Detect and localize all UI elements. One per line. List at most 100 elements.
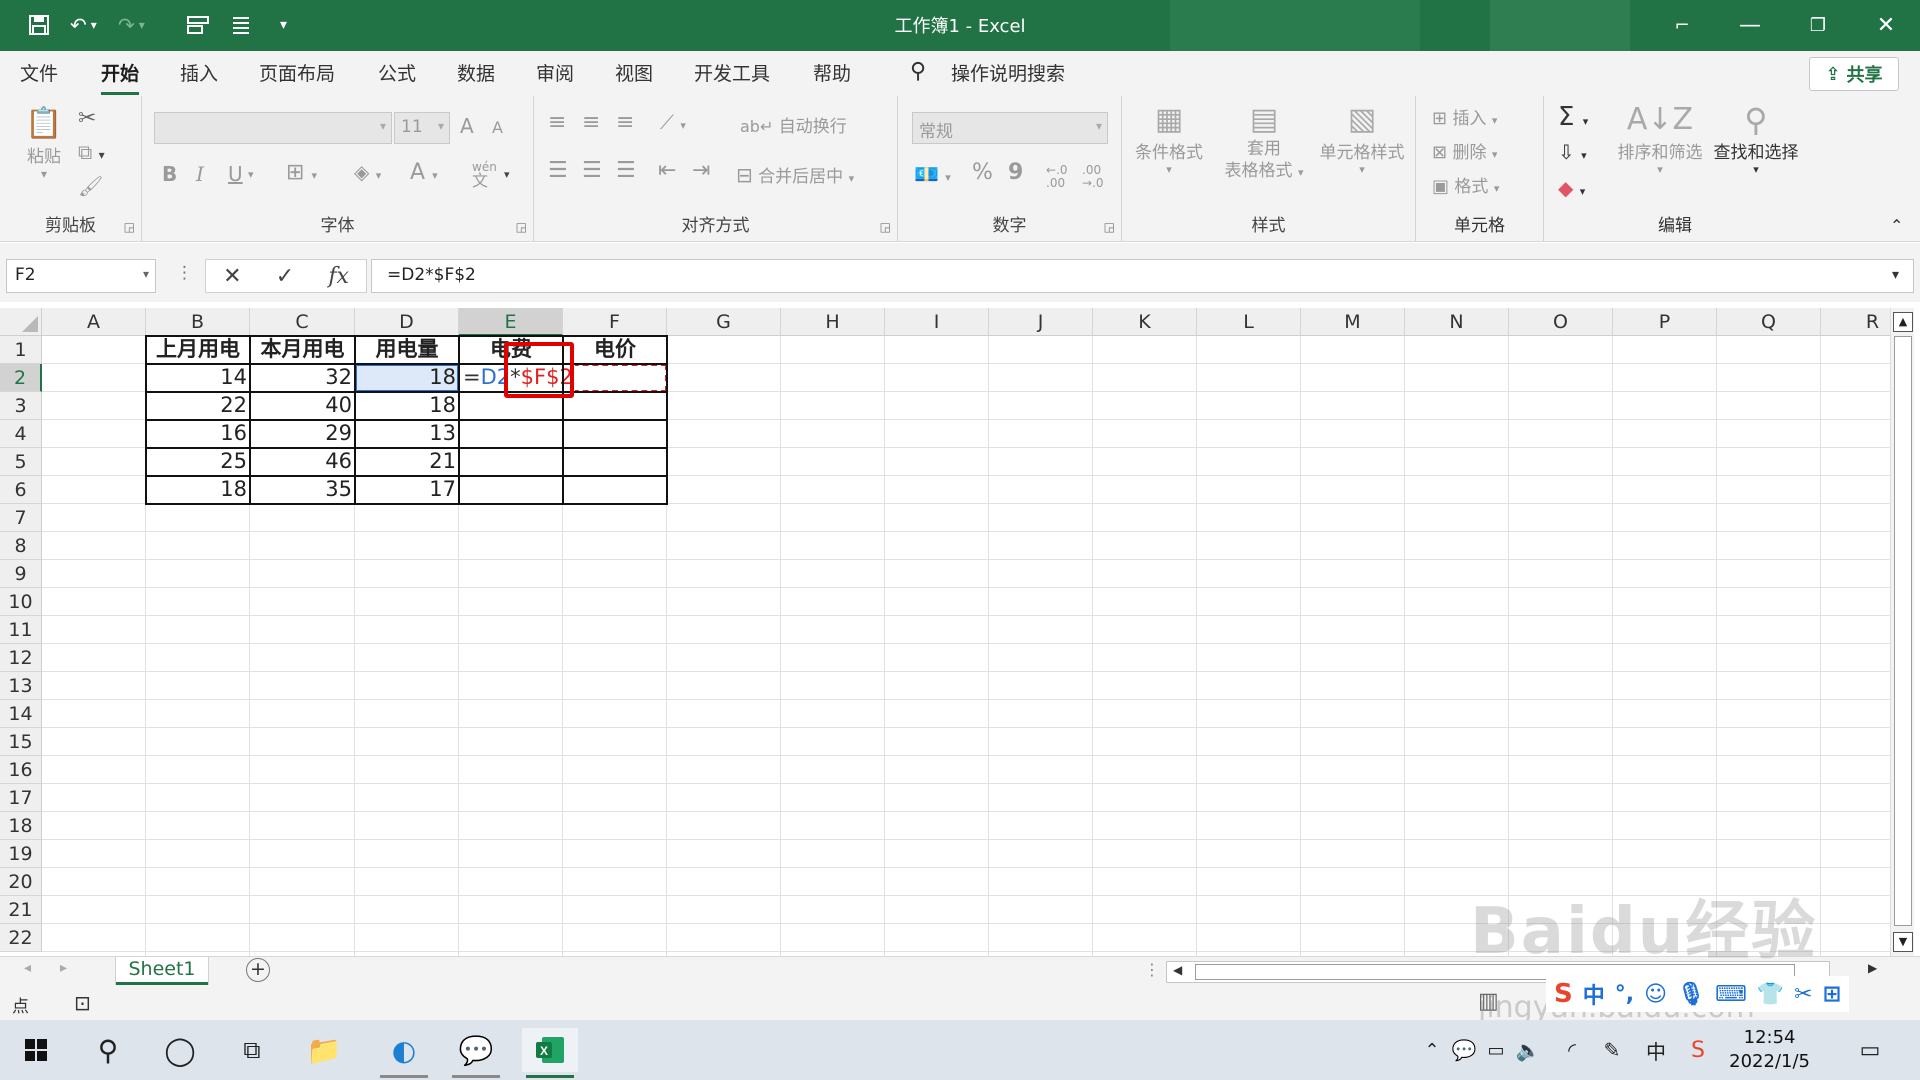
tab-file[interactable]: 文件: [20, 59, 58, 86]
data-cell[interactable]: 21: [355, 448, 459, 476]
data-cell[interactable]: 22: [146, 392, 250, 420]
italic-button[interactable]: I: [196, 162, 204, 186]
row-header-21[interactable]: 21: [0, 896, 42, 924]
tell-me-search[interactable]: 操作说明搜索: [951, 59, 1065, 86]
wrap-text-button[interactable]: ab↵ 自动换行: [740, 112, 847, 137]
column-header-d[interactable]: D: [355, 308, 459, 336]
row-header-18[interactable]: 18: [0, 812, 42, 840]
clock[interactable]: 12:54 2022/1/5: [1729, 1026, 1810, 1074]
insert-function-icon[interactable]: fx: [328, 264, 349, 289]
lightbulb-icon[interactable]: ⚲: [910, 59, 926, 84]
vertical-scrollbar[interactable]: ▲ ▼: [1890, 308, 1914, 956]
underline-button[interactable]: U: [228, 162, 243, 186]
search-icon[interactable]: ⚲: [80, 1028, 136, 1072]
tab-help[interactable]: 帮助: [813, 59, 851, 86]
split-handle-icon[interactable]: ⋮: [1144, 960, 1160, 979]
row-header-4[interactable]: 4: [0, 420, 42, 448]
column-header-i[interactable]: I: [885, 308, 989, 336]
format-painter-icon[interactable]: 🖌: [78, 174, 103, 198]
data-cell[interactable]: 14: [146, 364, 250, 392]
header-cell[interactable]: 本月用电: [250, 336, 355, 364]
next-sheet-icon[interactable]: ▸: [60, 960, 67, 976]
emoji-icon[interactable]: ☺: [1644, 982, 1667, 1007]
bottom-align-icon[interactable]: ≡: [616, 110, 634, 135]
middle-align-icon[interactable]: ≡: [582, 110, 600, 135]
shrink-font-icon[interactable]: A: [492, 118, 503, 137]
data-cell[interactable]: 32: [250, 364, 355, 392]
column-header-h[interactable]: H: [781, 308, 885, 336]
format-as-table-button[interactable]: ▤ 套用 表格格式 ▾: [1214, 102, 1314, 184]
percent-button[interactable]: %: [972, 160, 993, 185]
punctuation-icon[interactable]: °,: [1615, 982, 1634, 1007]
header-cell[interactable]: 电价: [563, 336, 667, 364]
paste-button[interactable]: 📋 粘贴 ▾: [20, 106, 68, 181]
wechat-icon[interactable]: 💬: [448, 1028, 504, 1078]
row-header-9[interactable]: 9: [0, 560, 42, 588]
tools-icon[interactable]: ✂: [1794, 982, 1812, 1007]
enter-icon[interactable]: ✓: [276, 264, 294, 289]
increase-decimal-button[interactable]: ←.0.00: [1046, 164, 1068, 190]
dialog-launcher-icon[interactable]: ◲: [124, 220, 135, 234]
number-format-box[interactable]: 常规: [912, 112, 1108, 144]
align-center-icon[interactable]: ☰: [582, 158, 602, 183]
row-header-7[interactable]: 7: [0, 504, 42, 532]
select-all-button[interactable]: [0, 308, 42, 336]
top-align-icon[interactable]: ≡: [548, 110, 566, 135]
column-header-a[interactable]: A: [42, 308, 146, 336]
column-header-b[interactable]: B: [146, 308, 250, 336]
sheet-tab[interactable]: Sheet1: [116, 957, 208, 985]
merge-center-button[interactable]: ⊟ 合并后居中 ▾: [736, 162, 854, 187]
data-cell[interactable]: 29: [250, 420, 355, 448]
minimize-button[interactable]: —: [1716, 0, 1784, 51]
fill-icon[interactable]: ⇩ ▾: [1558, 140, 1587, 164]
row-header-14[interactable]: 14: [0, 700, 42, 728]
sogou-tray-icon[interactable]: S: [1670, 1028, 1726, 1072]
collapse-ribbon-icon[interactable]: ⌃: [1890, 216, 1903, 235]
cancel-icon[interactable]: ✕: [223, 264, 241, 289]
tab-page-layout[interactable]: 页面布局: [259, 59, 335, 86]
column-header-n[interactable]: N: [1405, 308, 1509, 336]
align-right-icon[interactable]: ☰: [616, 158, 636, 183]
data-cell[interactable]: 18: [146, 476, 250, 504]
add-sheet-button[interactable]: +: [246, 958, 270, 982]
data-cell[interactable]: 46: [250, 448, 355, 476]
header-cell[interactable]: 用电量: [355, 336, 459, 364]
more-options-icon[interactable]: ⋮: [176, 263, 193, 283]
data-cell[interactable]: 17: [355, 476, 459, 504]
ime-mode[interactable]: 中: [1583, 978, 1605, 1010]
clear-icon[interactable]: ◆ ▾: [1558, 176, 1585, 200]
comma-button[interactable]: 9: [1008, 160, 1023, 185]
grow-font-icon[interactable]: A: [460, 114, 474, 138]
data-cell[interactable]: 40: [250, 392, 355, 420]
tab-insert[interactable]: 插入: [180, 59, 218, 86]
task-view-icon[interactable]: ⧉: [224, 1028, 280, 1072]
windows-icon[interactable]: [8, 1028, 64, 1072]
conditional-formatting-button[interactable]: ▦ 条件格式 ▾: [1128, 102, 1210, 176]
tab-developer[interactable]: 开发工具: [694, 59, 770, 86]
skin-icon[interactable]: 👕: [1757, 982, 1784, 1007]
column-header-q[interactable]: Q: [1717, 308, 1821, 336]
row-header-8[interactable]: 8: [0, 532, 42, 560]
apps-icon[interactable]: ⊞: [1823, 982, 1841, 1007]
row-header-20[interactable]: 20: [0, 868, 42, 896]
font-name-box[interactable]: [154, 112, 392, 144]
column-header-o[interactable]: O: [1509, 308, 1613, 336]
data-cell[interactable]: 16: [146, 420, 250, 448]
decrease-decimal-button[interactable]: .00 →.0: [1082, 164, 1104, 190]
column-header-p[interactable]: P: [1613, 308, 1717, 336]
chevron-down-icon[interactable]: ▾: [248, 168, 254, 181]
data-cell[interactable]: 18: [355, 392, 459, 420]
formula-input[interactable]: =D2*$F$2: [371, 259, 1914, 293]
header-cell[interactable]: 上月用电: [146, 336, 250, 364]
cortana-icon[interactable]: ◯: [152, 1028, 208, 1072]
row-header-16[interactable]: 16: [0, 756, 42, 784]
bold-button[interactable]: B: [162, 162, 177, 186]
tab-review[interactable]: 审阅: [536, 59, 574, 86]
data-cell[interactable]: 18: [355, 364, 459, 392]
scroll-up-button[interactable]: ▲: [1893, 312, 1913, 332]
column-header-l[interactable]: L: [1197, 308, 1301, 336]
column-header-f[interactable]: F: [563, 308, 667, 336]
fill-color-icon[interactable]: ◈ ▾: [354, 160, 381, 184]
copy-icon[interactable]: ⧉ ▾: [78, 140, 105, 164]
find-select-button[interactable]: ⚲ 查找和选择 ▾: [1708, 102, 1804, 176]
